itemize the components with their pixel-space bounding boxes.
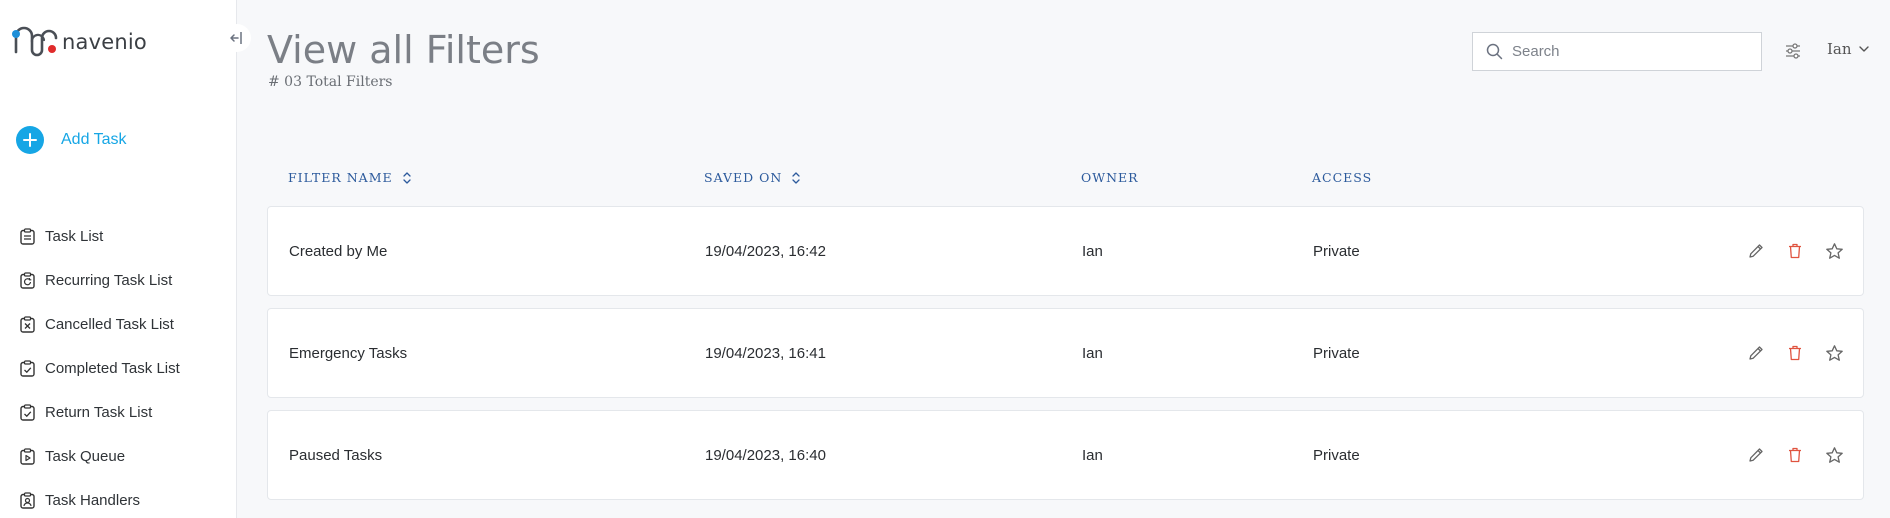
delete-button[interactable] (1784, 444, 1806, 466)
sidebar-item-label: Completed Task List (45, 359, 180, 377)
sliders-icon (1786, 43, 1800, 59)
trash-icon (1789, 447, 1801, 463)
sidebar-item-task-queue[interactable]: Task Queue (18, 434, 180, 478)
clipboard-queue-icon (18, 447, 36, 465)
chevron-down-icon (1858, 46, 1869, 52)
edit-button[interactable] (1745, 444, 1767, 466)
trash-icon (1789, 345, 1801, 361)
search-input[interactable] (1512, 43, 1752, 60)
row-actions (1728, 444, 1845, 466)
clipboard-check-icon (18, 359, 36, 377)
column-header-saved-on[interactable]: SAVED ON (704, 170, 801, 185)
pencil-icon (1749, 448, 1763, 462)
saved-on: 19/04/2023, 16:40 (705, 447, 826, 464)
table-row[interactable]: Paused Tasks 19/04/2023, 16:40 Ian Priva… (267, 410, 1864, 500)
favourite-button[interactable] (1823, 342, 1845, 364)
search-icon (1486, 43, 1503, 60)
column-header-label: FILTER NAME (288, 170, 393, 185)
favourite-button[interactable] (1823, 240, 1845, 262)
clipboard-recurring-icon (18, 271, 36, 289)
clipboard-cancel-icon (18, 315, 36, 333)
filter-name: Emergency Tasks (289, 345, 408, 362)
brand-logo[interactable]: navenio (10, 18, 147, 66)
sidebar-item-completed-task-list[interactable]: Completed Task List (18, 346, 180, 390)
favourite-button[interactable] (1823, 444, 1845, 466)
edit-button[interactable] (1745, 240, 1767, 262)
star-icon (1825, 242, 1843, 259)
search-box[interactable] (1472, 32, 1762, 71)
sidebar-item-label: Task Queue (45, 447, 126, 465)
navenio-logo-icon (12, 26, 58, 57)
column-header-label: OWNER (1081, 170, 1139, 185)
sidebar-item-label: Recurring Task List (45, 271, 173, 289)
delete-button[interactable] (1784, 240, 1806, 262)
edit-button[interactable] (1745, 342, 1767, 364)
plus-icon (16, 126, 44, 154)
column-header-label: SAVED ON (704, 170, 783, 185)
pencil-icon (1749, 244, 1763, 258)
user-menu[interactable]: Ian (1827, 40, 1870, 58)
sidebar-item-task-list[interactable]: Task List (18, 214, 180, 258)
sort-icon (402, 171, 412, 185)
column-header-owner: OWNER (1081, 170, 1139, 185)
filter-settings-button[interactable] (1782, 40, 1804, 62)
sidebar-item-label: Return Task List (45, 403, 153, 421)
pencil-icon (1749, 346, 1763, 360)
filter-name: Created by Me (289, 243, 388, 260)
column-header-filter-name[interactable]: FILTER NAME (288, 170, 412, 185)
trash-icon (1789, 243, 1801, 259)
column-header-label: ACCESS (1312, 170, 1373, 185)
sidebar: navenio Add Task Task List Recurring Tas… (0, 0, 251, 518)
filter-name: Paused Tasks (289, 447, 383, 464)
sidebar-item-label: Task List (45, 227, 104, 245)
saved-on: 19/04/2023, 16:41 (705, 345, 826, 362)
owner: Ian (1082, 243, 1103, 260)
access: Private (1313, 447, 1360, 464)
star-icon (1825, 344, 1843, 361)
sort-icon (791, 171, 801, 185)
page-title: View all Filters (267, 28, 540, 72)
owner: Ian (1082, 447, 1103, 464)
column-header-access: ACCESS (1312, 170, 1372, 185)
brand-name: navenio (62, 30, 147, 54)
main-content: View all Filters # 03 Total Filters Ian … (237, 0, 1890, 518)
sidebar-item-cancelled-task-list[interactable]: Cancelled Task List (18, 302, 180, 346)
collapse-sidebar-button[interactable] (223, 24, 251, 52)
sidebar-item-recurring-task-list[interactable]: Recurring Task List (18, 258, 180, 302)
owner: Ian (1082, 345, 1103, 362)
row-actions (1728, 240, 1845, 262)
clipboard-user-icon (18, 491, 36, 509)
table-header: FILTER NAME SAVED ON OWNER ACCESS (267, 170, 1864, 190)
add-task-label: Add Task (61, 131, 127, 148)
table-row[interactable]: Created by Me 19/04/2023, 16:42 Ian Priv… (267, 206, 1864, 296)
sidebar-item-return-task-list[interactable]: Return Task List (18, 390, 180, 434)
sidebar-item-label: Cancelled Task List (45, 315, 174, 333)
sidebar-nav: Task List Recurring Task List Cancelled … (18, 214, 180, 518)
clipboard-list-icon (18, 227, 36, 245)
saved-on: 19/04/2023, 16:42 (705, 243, 826, 260)
delete-button[interactable] (1784, 342, 1806, 364)
access: Private (1313, 345, 1360, 362)
collapse-left-icon (230, 32, 242, 44)
table-row[interactable]: Emergency Tasks 19/04/2023, 16:41 Ian Pr… (267, 308, 1864, 398)
clipboard-return-icon (18, 403, 36, 421)
sidebar-item-label: Task Handlers (45, 491, 141, 509)
add-task-button[interactable]: Add Task (16, 126, 127, 154)
user-name: Ian (1827, 40, 1852, 58)
sidebar-item-task-handlers[interactable]: Task Handlers (18, 478, 180, 518)
row-actions (1728, 342, 1845, 364)
star-icon (1825, 446, 1843, 463)
access: Private (1313, 243, 1360, 260)
total-filters-count: # 03 Total Filters (268, 74, 393, 90)
